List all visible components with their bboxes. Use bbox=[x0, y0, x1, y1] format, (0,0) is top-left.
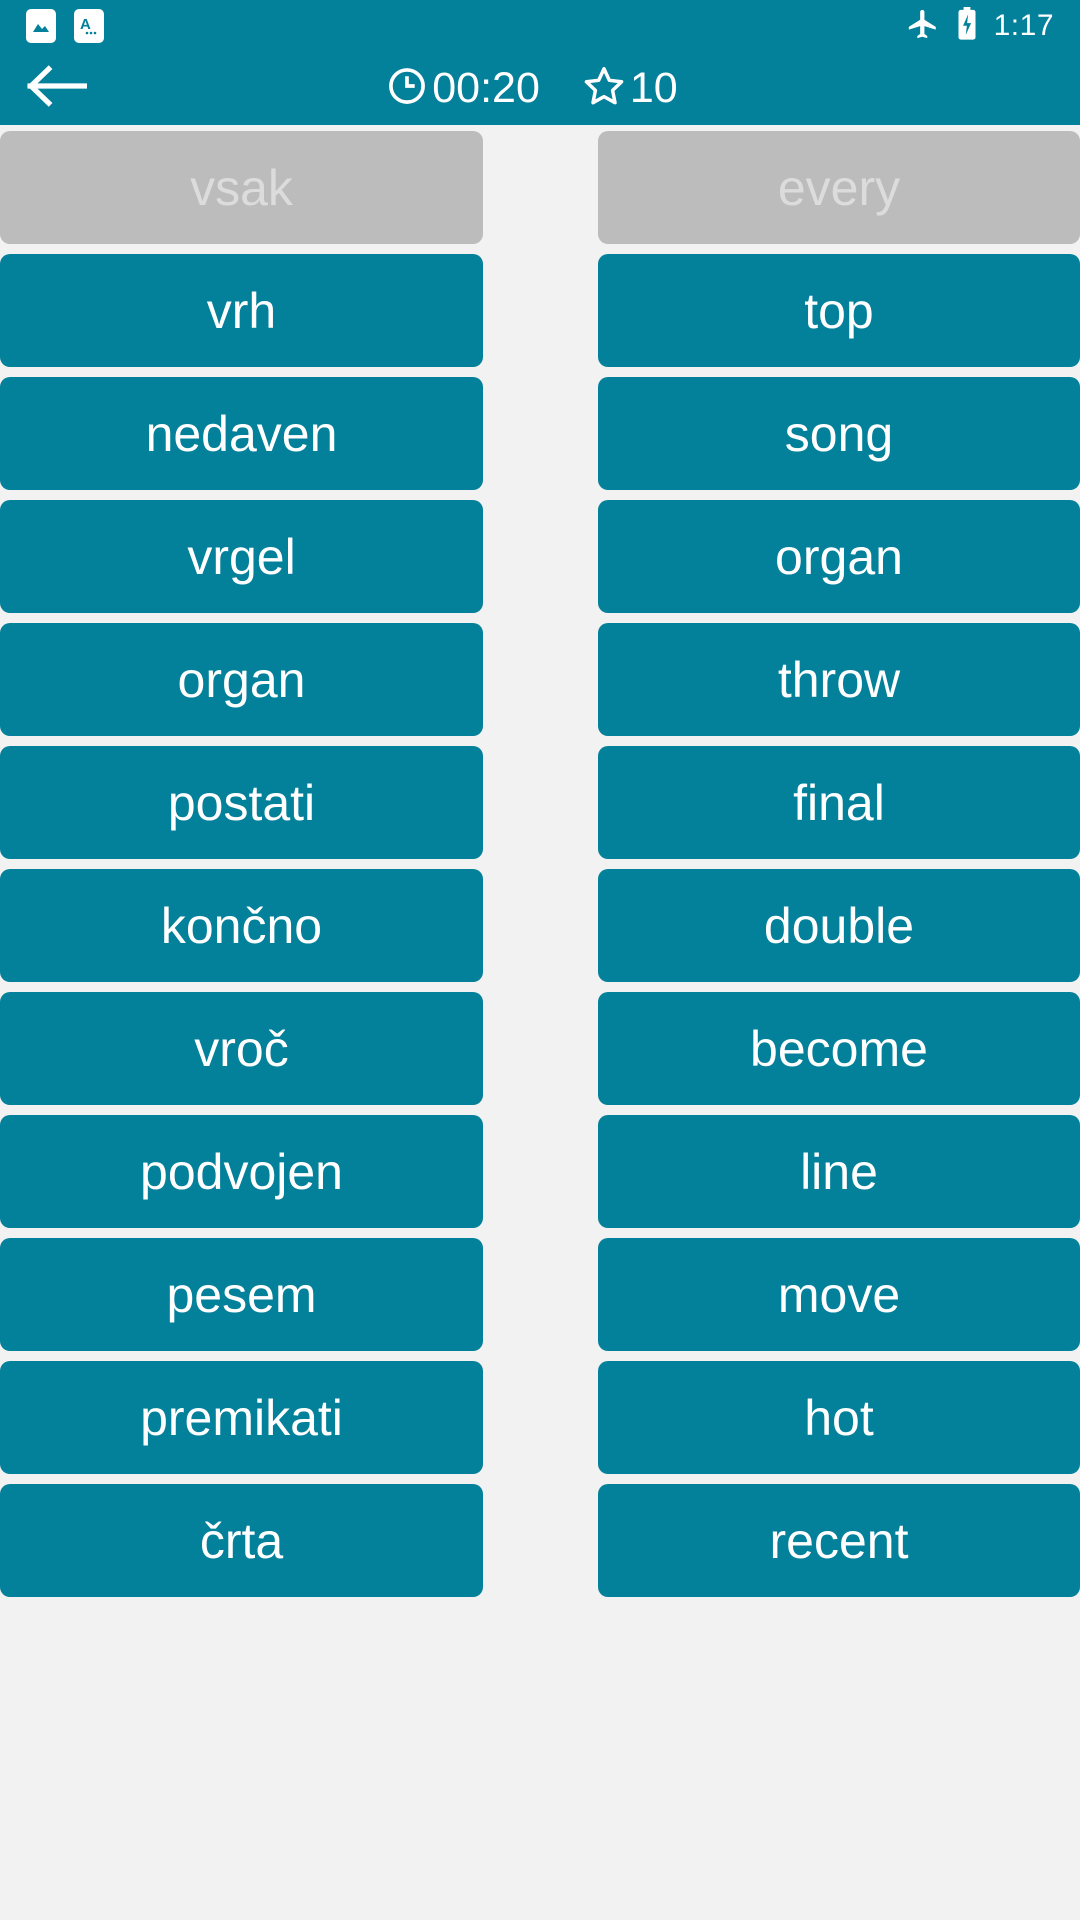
clock-icon bbox=[386, 65, 428, 112]
airplane-mode-icon bbox=[906, 7, 940, 46]
source-word-card[interactable]: končno bbox=[0, 869, 483, 982]
back-button[interactable] bbox=[22, 53, 94, 125]
target-word-card[interactable]: become bbox=[598, 992, 1080, 1105]
app-bar-stats: 00:20 10 bbox=[386, 64, 678, 113]
status-bar: A 1:17 bbox=[0, 0, 1080, 52]
status-bar-notification-icons: A bbox=[26, 9, 104, 43]
target-word-card[interactable]: top bbox=[598, 254, 1080, 367]
source-word-card[interactable]: vroč bbox=[0, 992, 483, 1105]
target-word-card[interactable]: move bbox=[598, 1238, 1080, 1351]
status-bar-system-icons: 1:17 bbox=[906, 6, 1054, 46]
translate-icon: A bbox=[74, 9, 104, 43]
target-word-column: every top song organ throw final double become l… bbox=[598, 125, 1080, 1920]
source-word-card: vsak bbox=[0, 131, 483, 244]
source-word-card[interactable]: črta bbox=[0, 1484, 483, 1597]
target-word-card[interactable]: line bbox=[598, 1115, 1080, 1228]
score-stat: 10 bbox=[582, 64, 678, 113]
matching-game-board: vsak vrh nedaven vrgel organ postati končno vro… bbox=[0, 125, 1080, 1920]
star-icon bbox=[582, 64, 626, 113]
source-word-card[interactable]: organ bbox=[0, 623, 483, 736]
timer-stat: 00:20 bbox=[386, 65, 540, 112]
svg-text:A: A bbox=[80, 16, 91, 33]
source-word-card[interactable]: postati bbox=[0, 746, 483, 859]
timer-value: 00:20 bbox=[432, 64, 540, 112]
target-word-card[interactable]: throw bbox=[598, 623, 1080, 736]
source-word-card[interactable]: premikati bbox=[0, 1361, 483, 1474]
source-word-column: vsak vrh nedaven vrgel organ postati končno vro… bbox=[0, 125, 483, 1920]
target-word-card[interactable]: hot bbox=[598, 1361, 1080, 1474]
target-word-card[interactable]: recent bbox=[598, 1484, 1080, 1597]
source-word-card[interactable]: vrgel bbox=[0, 500, 483, 613]
target-word-card[interactable]: organ bbox=[598, 500, 1080, 613]
source-word-card[interactable]: vrh bbox=[0, 254, 483, 367]
app-bar: 00:20 10 bbox=[0, 52, 1080, 125]
target-word-card[interactable]: double bbox=[598, 869, 1080, 982]
target-word-card[interactable]: final bbox=[598, 746, 1080, 859]
score-value: 10 bbox=[629, 64, 678, 112]
arrow-left-icon bbox=[27, 61, 89, 116]
image-icon bbox=[26, 9, 56, 43]
column-gutter bbox=[483, 125, 598, 1920]
target-word-card[interactable]: song bbox=[598, 377, 1080, 490]
source-word-card[interactable]: pesem bbox=[0, 1238, 483, 1351]
source-word-card[interactable]: podvojen bbox=[0, 1115, 483, 1228]
battery-charging-icon bbox=[956, 6, 978, 46]
source-word-card[interactable]: nedaven bbox=[0, 377, 483, 490]
status-bar-clock: 1:17 bbox=[993, 9, 1054, 42]
target-word-card: every bbox=[598, 131, 1080, 244]
